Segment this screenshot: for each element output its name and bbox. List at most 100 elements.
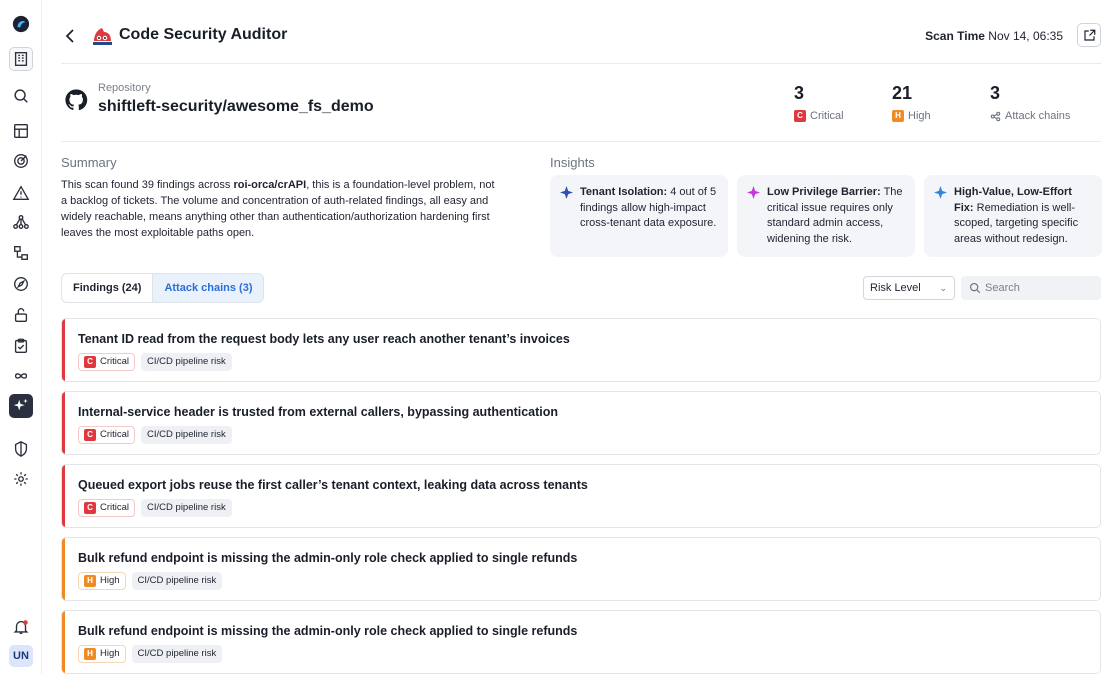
sparkle-icon xyxy=(934,186,947,199)
divider xyxy=(61,63,1101,64)
category-chip: CI/CD pipeline risk xyxy=(131,645,223,663)
unlock-icon[interactable] xyxy=(9,303,33,327)
clipboard-check-icon[interactable] xyxy=(9,334,33,358)
stat-attack-chains-label: Attack chains xyxy=(1005,110,1071,122)
chevron-left-icon xyxy=(65,29,74,43)
severity-label: Critical xyxy=(100,429,130,440)
tab-attack-chains[interactable]: Attack chains (3) xyxy=(152,274,264,302)
severity-bar xyxy=(62,392,65,454)
finding-title[interactable]: Tenant ID read from the request body let… xyxy=(78,332,570,346)
dashboard-icon[interactable] xyxy=(9,119,33,143)
insight-card: Low Privilege Barrier: The critical issu… xyxy=(737,175,915,257)
attack-chain-icon xyxy=(990,111,1001,121)
insight-card: Tenant Isolation: 4 out of 5 findings al… xyxy=(550,175,728,257)
gear-icon[interactable] xyxy=(9,467,33,491)
stat-critical: 3 C Critical xyxy=(794,83,844,122)
finding-title[interactable]: Queued export jobs reuse the first calle… xyxy=(78,478,588,492)
severity-bar xyxy=(62,611,65,673)
high-badge-icon: H xyxy=(84,575,96,587)
stat-attack-chains: 3 Attack chains xyxy=(990,83,1070,122)
severity-bar xyxy=(62,465,65,527)
severity-label: Critical xyxy=(100,356,130,367)
stat-attack-chains-count: 3 xyxy=(990,83,1001,103)
insights-title: Insights xyxy=(550,155,595,170)
chevron-down-icon: ⌄ xyxy=(939,283,947,293)
stat-high: 21 H High xyxy=(892,83,931,122)
stat-high-label: High xyxy=(908,110,931,122)
category-chip: CI/CD pipeline risk xyxy=(141,499,232,517)
view-tabs: Findings (24) Attack chains (3) xyxy=(61,273,265,303)
summary-title: Summary xyxy=(61,155,117,170)
search-input[interactable] xyxy=(985,280,1095,296)
insight-heading: Tenant Isolation: xyxy=(580,186,668,198)
finding-row[interactable]: Bulk refund endpoint is missing the admi… xyxy=(61,610,1101,674)
back-button[interactable] xyxy=(61,26,81,46)
repository-name[interactable]: shiftleft-security/awesome_fs_demo xyxy=(98,98,374,116)
scan-time: Scan Time Nov 14, 06:35 xyxy=(925,29,1063,43)
category-chip: CI/CD pipeline risk xyxy=(141,426,232,444)
infinity-icon[interactable] xyxy=(9,364,33,388)
severity-bar xyxy=(62,319,65,381)
stat-high-count: 21 xyxy=(892,83,913,103)
risk-level-select[interactable]: Risk Level ⌄ xyxy=(863,276,955,300)
high-badge-icon: H xyxy=(892,110,904,122)
sparkle-icon xyxy=(560,186,573,199)
severity-chip: C Critical xyxy=(78,499,136,517)
target-icon[interactable] xyxy=(9,149,33,173)
hierarchy-icon[interactable] xyxy=(9,241,33,265)
severity-chip: H High xyxy=(78,645,126,663)
severity-chip: H High xyxy=(78,572,126,590)
severity-label: High xyxy=(100,648,120,659)
insight-card: High-Value, Low-Effort Fix: Remediation … xyxy=(924,175,1102,257)
severity-bar xyxy=(62,538,65,600)
bell-icon[interactable] xyxy=(9,615,33,639)
insight-text: Remediation is well-scoped, targeting sp… xyxy=(954,201,1079,245)
share-button[interactable] xyxy=(1077,23,1101,47)
compass-icon[interactable] xyxy=(9,272,33,296)
summary-text-part: This scan found 39 findings across xyxy=(61,179,234,191)
summary-repo-ref: roi-orca/crAPI xyxy=(233,179,307,191)
scan-time-label: Scan Time xyxy=(925,29,985,43)
page-header: Code Security Auditor Scan Time Nov 14, … xyxy=(61,20,1101,54)
search-box xyxy=(961,276,1101,300)
finding-title[interactable]: Bulk refund endpoint is missing the admi… xyxy=(78,551,577,565)
github-icon xyxy=(64,88,88,112)
severity-chip: C Critical xyxy=(78,426,136,444)
critical-badge-icon: C xyxy=(84,502,96,514)
search-icon xyxy=(969,282,981,294)
search-icon[interactable] xyxy=(9,84,33,108)
scan-time-value: Nov 14, 06:35 xyxy=(988,29,1063,43)
category-chip: CI/CD pipeline risk xyxy=(131,572,223,590)
finding-title[interactable]: Bulk refund endpoint is missing the admi… xyxy=(78,624,577,638)
tab-findings[interactable]: Findings (24) xyxy=(62,274,152,302)
severity-label: Critical xyxy=(100,502,130,513)
severity-chip: C Critical xyxy=(78,353,136,371)
sidebar: UN xyxy=(0,0,42,674)
sparkles-icon[interactable] xyxy=(9,394,33,418)
insight-heading: Low Privilege Barrier: xyxy=(767,186,881,198)
repository-label: Repository xyxy=(98,82,151,94)
finding-row[interactable]: Tenant ID read from the request body let… xyxy=(61,318,1101,382)
severity-label: High xyxy=(100,575,120,586)
page-title: Code Security Auditor xyxy=(119,26,288,43)
finding-row[interactable]: Bulk refund endpoint is missing the admi… xyxy=(61,537,1101,601)
finding-row[interactable]: Internal-service header is trusted from … xyxy=(61,391,1101,455)
orca-logo-icon[interactable] xyxy=(9,12,33,36)
avatar[interactable]: UN xyxy=(9,645,33,667)
sparkle-icon xyxy=(747,186,760,199)
summary-text: This scan found 39 findings across roi-o… xyxy=(61,177,501,241)
stat-critical-count: 3 xyxy=(794,83,805,103)
alert-triangle-icon[interactable] xyxy=(9,181,33,205)
app-logo-icon xyxy=(89,23,115,49)
building-icon[interactable] xyxy=(9,47,33,71)
shield-icon[interactable] xyxy=(9,437,33,461)
finding-row[interactable]: Queued export jobs reuse the first calle… xyxy=(61,464,1101,528)
category-chip: CI/CD pipeline risk xyxy=(141,353,232,371)
high-badge-icon: H xyxy=(84,648,96,660)
divider xyxy=(61,141,1101,142)
finding-title[interactable]: Internal-service header is trusted from … xyxy=(78,405,558,419)
critical-badge-icon: C xyxy=(84,356,96,368)
network-icon[interactable] xyxy=(9,210,33,234)
risk-level-value: Risk Level xyxy=(870,282,921,294)
stat-critical-label: Critical xyxy=(810,110,844,122)
